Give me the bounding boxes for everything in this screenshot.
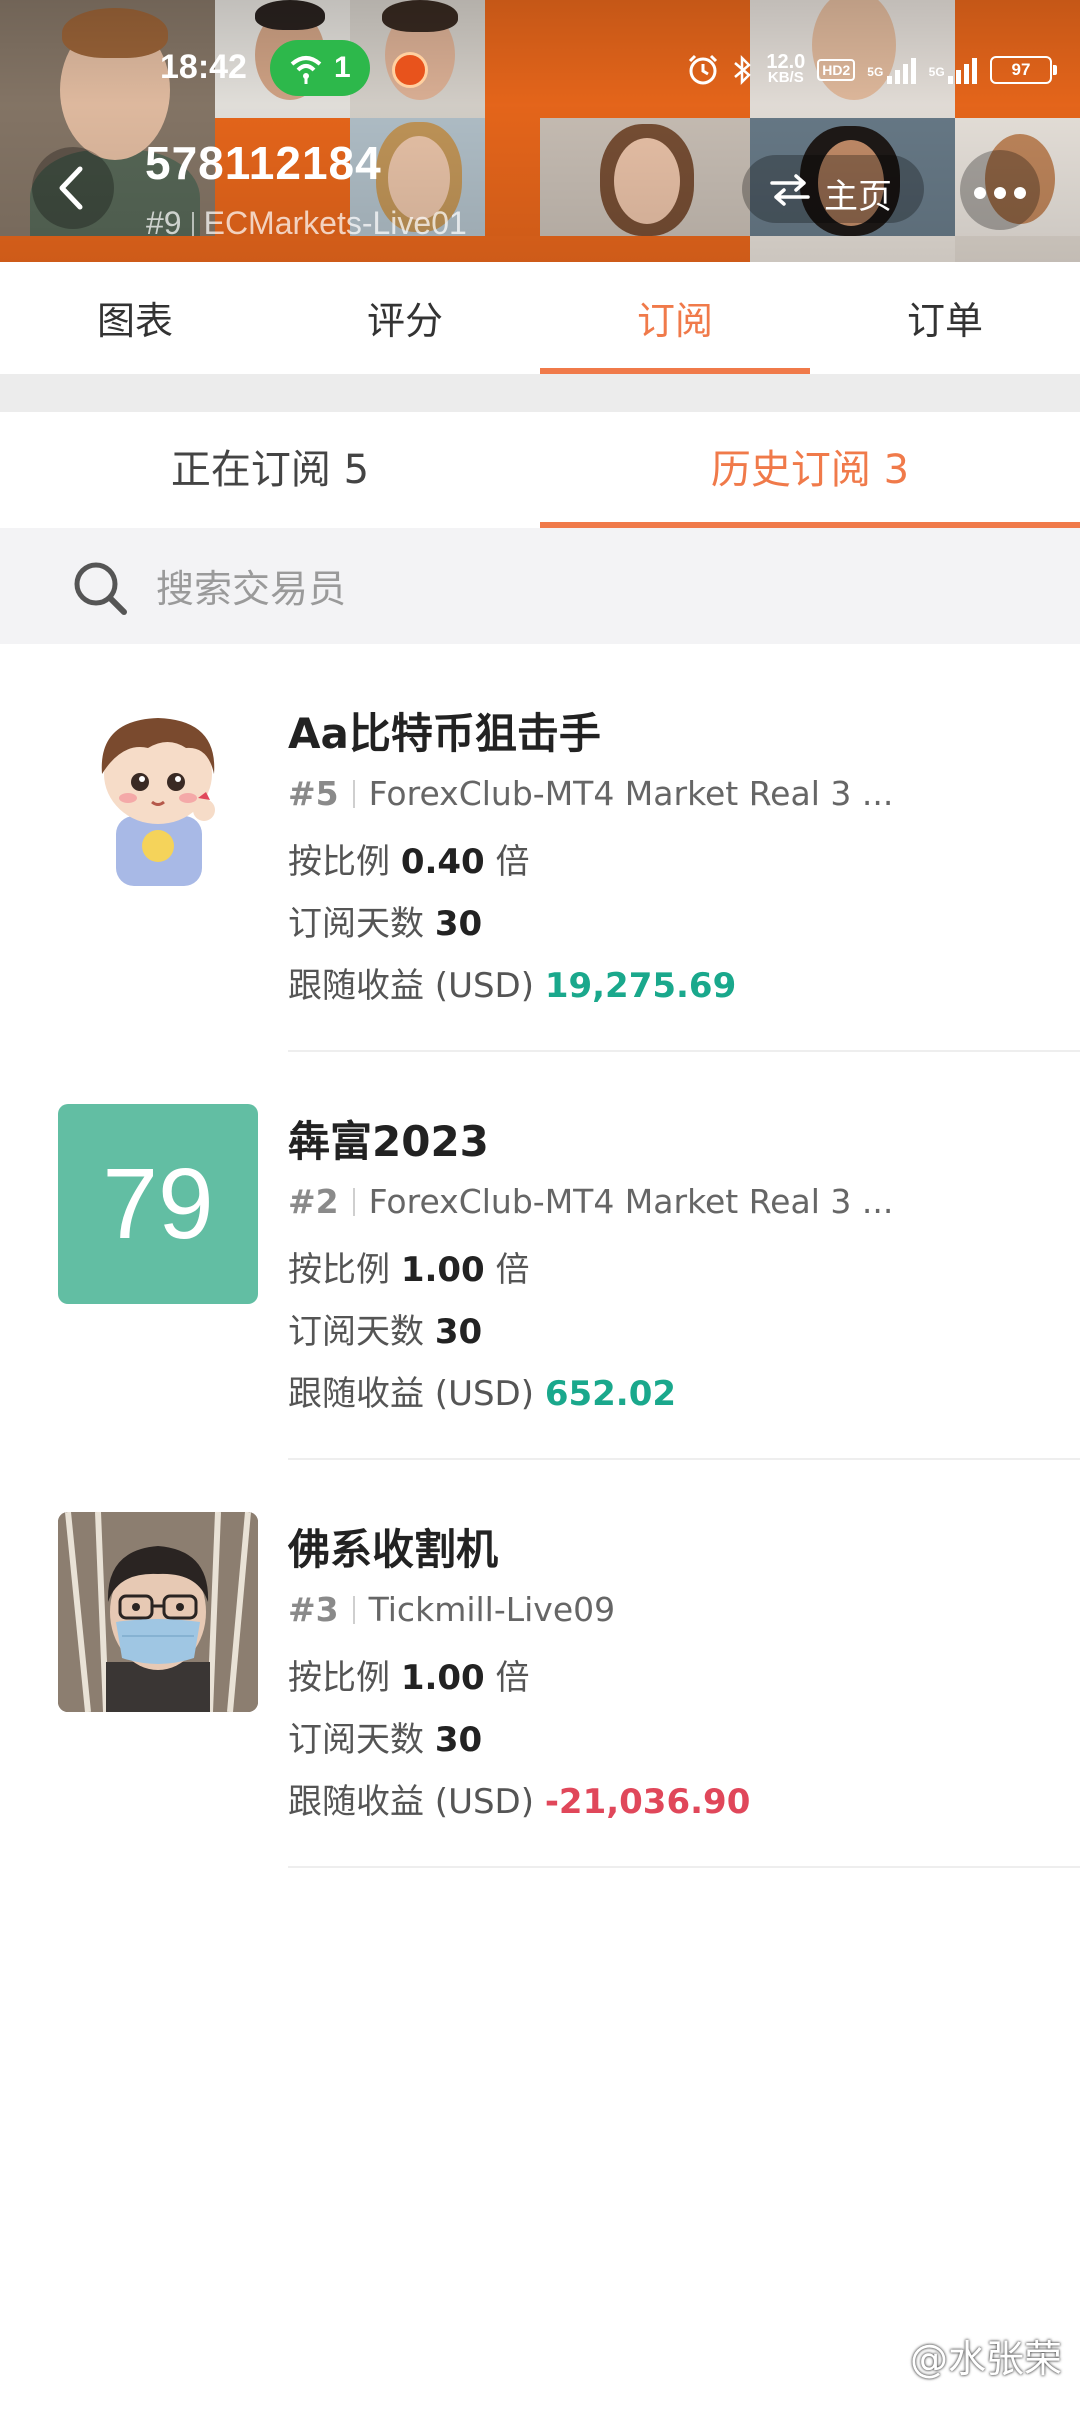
trader-server: ForexClub-MT4 Market Real 3 ... (368, 774, 894, 813)
back-button[interactable] (32, 147, 114, 229)
home-button[interactable]: 主页 (742, 155, 924, 223)
chevron-left-icon (59, 166, 83, 210)
subscription-sub-tabs: 正在订阅 5 历史订阅 3 (0, 412, 1080, 528)
net-speed: 12.0 KB/S (766, 51, 806, 86)
account-rank: #9 (146, 205, 182, 241)
profit-row: 跟随收益 (USD) -21,036.90 (288, 1782, 751, 1822)
status-icons: 12.0 KB/S HD2 5G 5G 97 (686, 48, 1057, 92)
hotspot-icon (290, 56, 322, 84)
tab-label: 图表 (96, 299, 173, 343)
tab-label: 历史订阅 3 (710, 447, 910, 493)
server-name: ECMarkets-Live01 (203, 205, 467, 241)
separator (352, 1596, 355, 1624)
hotspot-pill: 1 (270, 40, 370, 96)
ratio-row: 按比例 0.40 倍 (288, 842, 530, 882)
separator (191, 212, 194, 236)
search-input[interactable]: 搜索交易员 (156, 558, 346, 613)
search-icon (74, 562, 127, 615)
bluetooth-icon (734, 54, 752, 86)
avatar (58, 1512, 258, 1712)
ratio-value: 1.00 (400, 1250, 485, 1290)
separator (352, 780, 355, 808)
trader-rank: #2 (288, 1182, 339, 1221)
home-button-label: 主页 (824, 177, 892, 217)
days-row: 订阅天数 30 (288, 1312, 483, 1352)
section-divider (0, 376, 1080, 412)
tab-subscription[interactable]: 订阅 (540, 262, 810, 374)
trader-rank: #3 (288, 1590, 339, 1629)
days-value: 30 (434, 904, 483, 944)
tab-chart[interactable]: 图表 (0, 262, 270, 374)
tab-history-subscriptions[interactable]: 历史订阅 3 (540, 412, 1080, 528)
days-row: 订阅天数 30 (288, 904, 483, 944)
separator (352, 1188, 355, 1216)
hd-badge: HD2 (817, 59, 856, 81)
trader-server: Tickmill-Live09 (368, 1590, 616, 1629)
list-item[interactable]: 79 犇富2023 #2 ForexClub-MT4 Market Real 3 … (0, 1052, 1080, 1460)
tab-label: 订单 (906, 299, 983, 343)
alarm-icon (689, 54, 718, 85)
days-value: 30 (434, 1312, 483, 1352)
profit-row: 跟随收益 (USD) 652.02 (288, 1374, 677, 1414)
trader-rank: #5 (288, 774, 339, 813)
profit-row: 跟随收益 (USD) 19,275.69 (288, 966, 737, 1006)
hotspot-count: 1 (334, 51, 351, 84)
swap-arrows-icon (770, 174, 810, 206)
account-server: #9 ECMarkets-Live01 (146, 205, 467, 242)
main-tabs: 图表 评分 订阅 订单 (0, 262, 1080, 376)
trader-meta: #3 Tickmill-Live09 (288, 1590, 615, 1629)
more-button[interactable] (960, 150, 1040, 230)
tab-label: 正在订阅 5 (170, 447, 370, 493)
ratio-value: 0.40 (400, 842, 485, 882)
profit-value: 19,275.69 (544, 966, 737, 1006)
avatar: 79 (58, 1104, 258, 1304)
trader-name: 佛系收割机 (288, 1525, 499, 1574)
tab-label: 评分 (366, 299, 443, 343)
trader-meta: #2 ForexClub-MT4 Market Real 3 ... (288, 1182, 893, 1221)
days-value: 30 (434, 1720, 483, 1760)
tab-current-subscriptions[interactable]: 正在订阅 5 (0, 412, 540, 528)
profit-value: -21,036.90 (544, 1782, 751, 1822)
battery-icon: 97 (990, 56, 1057, 84)
avatar (58, 696, 258, 896)
tab-label: 订阅 (636, 299, 713, 343)
days-row: 订阅天数 30 (288, 1720, 483, 1760)
signal-icon-2: 5G (929, 56, 978, 84)
ratio-row: 按比例 1.00 倍 (288, 1658, 530, 1698)
trader-meta: #5 ForexClub-MT4 Market Real 3 ... (288, 774, 893, 813)
signal-icon-1: 5G (867, 56, 916, 84)
list-item[interactable]: Aa比特币狙击手 #5 ForexClub-MT4 Market Real 3 .… (0, 644, 1080, 1052)
tab-rating[interactable]: 评分 (270, 262, 540, 374)
status-time: 18:42 (160, 48, 247, 86)
cartoon-boy-avatar (58, 696, 258, 896)
watermark: @水张荣 (909, 2337, 1062, 2381)
ratio-value: 1.00 (400, 1658, 485, 1698)
profit-value: 652.02 (544, 1374, 677, 1414)
trader-name: Aa比特币狙击手 (288, 709, 601, 758)
active-tab-indicator (540, 368, 810, 374)
tab-orders[interactable]: 订单 (810, 262, 1080, 374)
trader-name: 犇富2023 (288, 1117, 489, 1166)
trader-server: ForexClub-MT4 Market Real 3 ... (368, 1182, 894, 1221)
divider (288, 1866, 1080, 1868)
search-bar[interactable]: 搜索交易员 (0, 528, 1080, 644)
ratio-row: 按比例 1.00 倍 (288, 1250, 530, 1290)
account-id: 578112184 (145, 137, 382, 189)
app-notification-icon (392, 52, 428, 88)
list-item[interactable]: 佛系收割机 #3 Tickmill-Live09 按比例 1.00 倍 订阅天数 … (0, 1460, 1080, 1868)
masked-person-avatar (58, 1512, 258, 1712)
header-banner: 18:42 1 12.0 KB/S HD2 5G 5G 97 578112184… (0, 0, 1080, 262)
status-bar: 18:42 1 12.0 KB/S HD2 5G 5G 97 (0, 40, 1080, 100)
